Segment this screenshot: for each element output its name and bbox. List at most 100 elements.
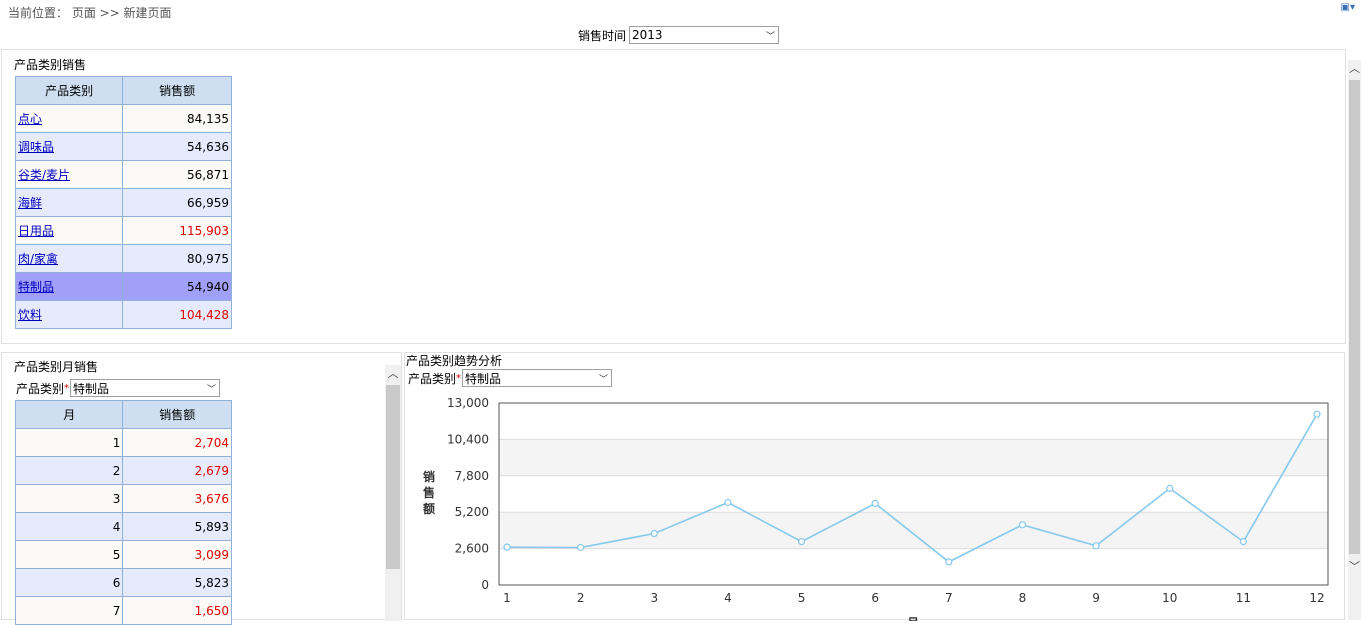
scroll-up-icon[interactable]: ︿: [1348, 60, 1361, 80]
breadcrumb: 当前位置： 页面 >> 新建页面: [8, 6, 172, 20]
table-row: 7 1,650: [14, 596, 232, 625]
sales-value: 54,940: [122, 272, 232, 301]
category-link[interactable]: 点心: [14, 104, 124, 133]
chevron-down-icon: ﹀: [207, 384, 217, 395]
sales-time-select[interactable]: 2013 ﹀: [629, 26, 780, 44]
x-tick-label: 8: [1019, 591, 1027, 605]
sales-value: 80,975: [122, 244, 232, 273]
sales-value: 1,650: [122, 596, 232, 625]
x-tick-label: 6: [871, 591, 879, 605]
category-filter-label: 产品类别: [16, 381, 65, 396]
chevron-down-icon: ﹀: [766, 31, 776, 42]
scroll-down-icon[interactable]: ﹀: [1348, 554, 1361, 574]
category-link[interactable]: 谷类/麦片: [14, 160, 124, 189]
table-row: 2 2,679: [14, 456, 232, 485]
window-menu-icon[interactable]: ▣▾: [1341, 2, 1355, 13]
sales-value: 115,903: [122, 216, 232, 245]
scroll-up-icon[interactable]: ︿: [385, 365, 401, 385]
table-row: 3 3,676: [14, 484, 232, 513]
category-link[interactable]: 调味品: [14, 132, 124, 161]
column-header-category: 产品类别: [14, 76, 124, 105]
page-scrollbar[interactable]: ︿ ﹀: [1348, 60, 1361, 620]
grid-band: [499, 548, 1328, 585]
data-point: [503, 543, 511, 551]
monthly-sales-panel: 产品类别月销售 产品类别 * 特制品 ﹀ 月 销售额 1 2,704 2 2,6…: [1, 352, 402, 625]
data-point: [871, 499, 879, 508]
scrollbar-thumb[interactable]: [386, 385, 400, 569]
column-header-month: 月: [14, 400, 124, 429]
x-tick-label: 12: [1309, 591, 1324, 605]
data-point: [1092, 542, 1100, 550]
panel-title: 产品类别销售: [14, 58, 87, 72]
panel-scrollbar[interactable]: ︿: [385, 365, 401, 621]
table-row: 调味品 54,636: [14, 132, 232, 161]
data-point: [945, 558, 953, 566]
month-cell: 6: [14, 568, 124, 597]
x-tick-label: 5: [798, 591, 806, 605]
table-row: 饮料 104,428: [14, 300, 232, 329]
data-point: [650, 529, 658, 538]
data-point: [1018, 521, 1027, 529]
monthly-sales-table: 月 销售额 1 2,704 2 2,679 3 3,676 4 5,893 5: [14, 400, 232, 625]
y-tick-label: 7,800: [455, 469, 489, 483]
sales-time-value: 2013: [632, 28, 663, 42]
category-sales-table: 产品类别 销售额 点心 84,135 调味品 54,636 谷类/麦片 56,8…: [14, 76, 232, 329]
data-point: [797, 538, 806, 546]
grid-band: [499, 512, 1328, 549]
sales-value: 3,676: [122, 484, 232, 513]
sales-value: 5,823: [122, 568, 232, 597]
y-tick-label: 0: [481, 578, 489, 592]
month-cell: 7: [14, 596, 124, 625]
x-tick-label: 1: [503, 591, 511, 605]
category-filter: 产品类别 * 特制品 ﹀: [16, 379, 221, 397]
table-row: 谷类/麦片 56,871: [14, 160, 232, 189]
month-cell: 4: [14, 512, 124, 541]
sales-value: 3,099: [122, 540, 232, 569]
table-row: 肉/家禽 80,975: [14, 244, 232, 273]
x-tick-label: 2: [577, 591, 585, 605]
y-tick-label: 5,200: [455, 505, 489, 519]
x-tick-label: 7: [945, 591, 953, 605]
table-row: 点心 84,135: [14, 104, 232, 133]
sales-value: 54,636: [122, 132, 232, 161]
data-point: [1239, 538, 1247, 546]
data-point: [724, 498, 732, 507]
y-tick-label: 10,400: [447, 432, 489, 446]
month-cell: 5: [14, 540, 124, 569]
required-mark-icon: *: [64, 382, 70, 394]
category-select[interactable]: 特制品 ﹀: [70, 379, 221, 397]
category-sales-panel: 产品类别销售 产品类别 销售额 点心 84,135 调味品 54,636 谷类/…: [1, 49, 1346, 344]
category-link[interactable]: 饮料: [14, 300, 124, 329]
y-axis-label: 售: [423, 485, 435, 500]
grid-band: [499, 403, 1328, 440]
category-link[interactable]: 日用品: [14, 216, 124, 245]
x-tick-label: 9: [1092, 591, 1100, 605]
y-tick-label: 13,000: [447, 396, 489, 410]
y-tick-label: 2,600: [455, 542, 489, 556]
category-link[interactable]: 特制品: [14, 272, 124, 301]
table-row: 日用品 115,903: [14, 216, 232, 245]
panel-title: 产品类别月销售: [14, 360, 99, 374]
table-row-selected: 特制品 54,940: [14, 272, 232, 301]
table-row: 6 5,823: [14, 568, 232, 597]
month-cell: 2: [14, 456, 124, 485]
category-link[interactable]: 海鲜: [14, 188, 124, 217]
table-row: 4 5,893: [14, 512, 232, 541]
data-point: [577, 543, 585, 552]
sales-value: 84,135: [122, 104, 232, 133]
x-tick-label: 11: [1236, 591, 1251, 605]
trend-line-chart: 02,6005,2007,80010,40013,0001 2 3 4 5 6 7 8 9 10 1…: [423, 396, 1329, 621]
data-point: [1166, 484, 1174, 492]
grid-band: [499, 439, 1328, 476]
table-row: 海鲜 66,959: [14, 188, 232, 217]
x-tick-label: 4: [724, 591, 732, 605]
y-axis-label: 额: [423, 501, 435, 516]
category-link[interactable]: 肉/家禽: [14, 244, 124, 273]
sales-value: 5,893: [122, 512, 232, 541]
sales-value: 2,704: [122, 428, 232, 457]
table-row: 5 3,099: [14, 540, 232, 569]
column-header-sales: 销售额: [122, 76, 232, 105]
sales-time-filter: 销售时间 2013 ﹀: [578, 26, 780, 44]
category-select-value: 特制品: [73, 381, 110, 396]
scrollbar-thumb[interactable]: [1349, 80, 1360, 554]
